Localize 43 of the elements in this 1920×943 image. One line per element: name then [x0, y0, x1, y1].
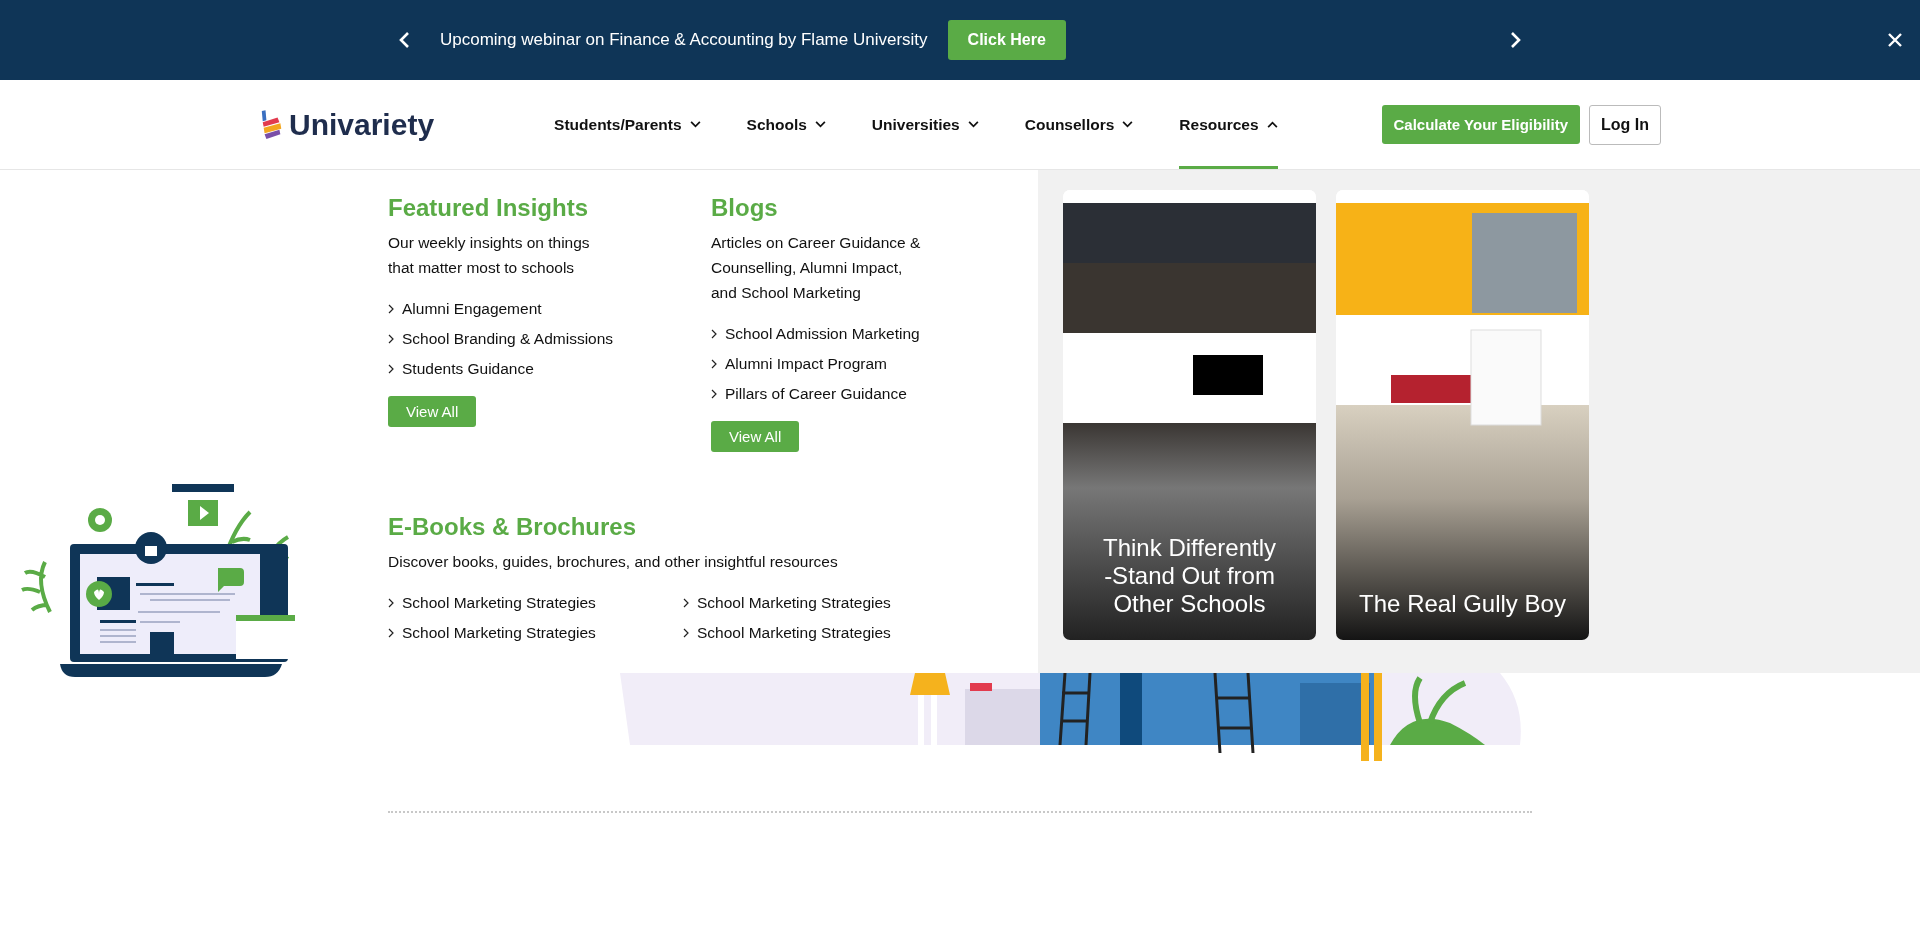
ebook-link[interactable]: School Marketing Strategies: [683, 618, 1038, 648]
ebook-link[interactable]: School Marketing Strategies: [683, 588, 1038, 618]
nav-menu-item[interactable]: Students/Parents: [554, 80, 701, 169]
chevron-right-icon: [388, 334, 394, 344]
nav-menu-item[interactable]: Universities: [871, 80, 979, 169]
nav-menu-item[interactable]: Counsellors: [1024, 80, 1134, 169]
chevron-down-icon: [814, 121, 826, 128]
announcement-text: Upcoming webinar on Finance & Accounting by Flame University: [440, 30, 928, 50]
login-button[interactable]: Log In: [1589, 104, 1661, 145]
ebook-link[interactable]: School Marketing Strategies: [388, 618, 683, 648]
blog-link[interactable]: Pillars of Career Guidance: [711, 379, 907, 409]
blogs-description: Articles on Career Guidance & Counselling, Alumni Impact, and School Marketing: [711, 233, 921, 303]
nav-menu-item[interactable]: Schools: [746, 80, 826, 169]
logo-text[interactable]: Univariety: [289, 107, 435, 142]
chevron-down-icon: [689, 121, 701, 128]
blogs-heading: Blogs: [711, 194, 778, 222]
blog-link[interactable]: Alumni Impact Program: [711, 349, 887, 379]
chevron-right-icon[interactable]: [1510, 31, 1522, 49]
featured-insights-description: Our weekly insights on things that matter most to schools: [388, 233, 591, 278]
insight-link[interactable]: Alumni Engagement: [388, 294, 542, 324]
insight-link[interactable]: School Branding & Admissions: [388, 324, 614, 354]
chevron-up-icon: [1266, 121, 1278, 128]
ebooks-description: Discover books, guides, brochures, and other insightful resources: [388, 552, 839, 572]
chevron-right-icon: [711, 329, 717, 339]
preview-caption: The Real Gully Boy: [1358, 590, 1567, 618]
chevron-right-icon: [711, 389, 717, 399]
chevron-left-icon[interactable]: [398, 31, 410, 49]
ebooks-heading: E-Books & Brochures: [388, 513, 638, 541]
preview-caption: Think Differently -Stand Out from Other Schools: [1102, 534, 1277, 618]
chevron-right-icon: [388, 304, 394, 314]
ebook-link[interactable]: School Marketing Strategies: [388, 588, 683, 618]
chevron-down-icon: [967, 121, 979, 128]
chevron-down-icon: [1122, 121, 1134, 128]
chevron-right-icon: [711, 359, 717, 369]
chevron-right-icon: [388, 598, 394, 608]
close-icon[interactable]: [1888, 33, 1902, 47]
chevron-right-icon: [683, 628, 689, 638]
chevron-right-icon: [388, 364, 394, 374]
insight-link[interactable]: Students Guidance: [388, 354, 534, 384]
blog-link[interactable]: School Admission Marketing: [711, 319, 920, 349]
featured-insights-heading: Featured Insights: [388, 194, 589, 222]
chevron-right-icon: [388, 628, 394, 638]
chevron-right-icon: [683, 598, 689, 608]
